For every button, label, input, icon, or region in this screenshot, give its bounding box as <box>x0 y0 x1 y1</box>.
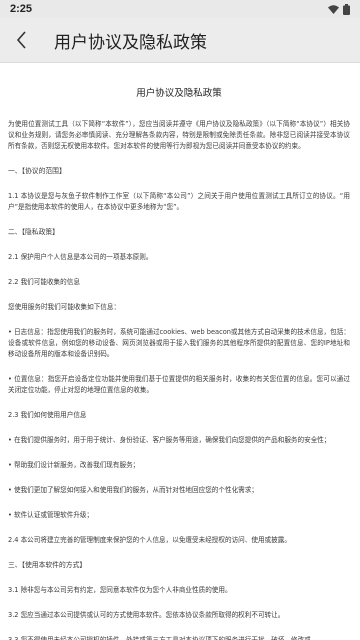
paragraph: 2.2 我们可能收集的信息 <box>8 278 80 286</box>
paragraph: 2.3 我们如何使用用户信息 <box>8 411 87 419</box>
paragraph: • 位置信息：指您开启设备定位功能并使用我们基于位置提供的相关服务时，收集的有关… <box>8 375 350 394</box>
section-heading: 一、【协议的范围】 <box>8 167 66 175</box>
document-body: 为使用位置测试工具（以下简称“本软件”），您应当阅读并遵守《用户协议及隐私政策》… <box>8 119 350 640</box>
paragraph: • 在我们提供服务时，用于用于统计、身份验证、客户服务等用途，确保我们向您提供的… <box>8 436 331 444</box>
paragraph: 3.1 除非您与本公司另有约定，您同意本软件仅为您个人非商业性质的使用。 <box>8 586 232 594</box>
page-title: 用户协议及隐私政策 <box>54 32 207 53</box>
paragraph: 2.1 保护用户个人信息是本公司的一项基本原则。 <box>8 253 153 261</box>
wifi-icon <box>328 4 339 14</box>
paragraph: 3.2 您应当通过本公司提供或认可的方式使用本软件。您依本协议条款所取得的权利不… <box>8 611 285 619</box>
paragraph: 为使用位置测试工具（以下简称“本软件”），您应当阅读并遵守《用户协议及隐私政策》… <box>8 120 350 150</box>
app-bar: 用户协议及隐私政策 <box>0 18 360 63</box>
status-time: 2:25 <box>10 3 33 15</box>
paragraph: • 软件认证或管理软件升级； <box>8 511 94 519</box>
paragraph: • 帮助我们设计新服务，改善我们现有服务； <box>8 461 140 469</box>
agreement-content[interactable]: 用户协议及隐私政策 为使用位置测试工具（以下简称“本软件”），您应当阅读并遵守《… <box>0 63 360 640</box>
paragraph: 3.3 您不得使用未经本公司授权的插件、外挂或第三方工具对本协议项下的服务进行干… <box>8 636 311 640</box>
paragraph: • 日志信息：指您使用我们的服务时，系统可能通过cookies、web beac… <box>8 328 350 358</box>
battery-icon <box>343 3 350 15</box>
paragraph: 2.4 本公司将建立完善的管理制度来保护您的个人信息，以免遭受未经授权的访问、使… <box>8 536 291 544</box>
document-title: 用户协议及隐私政策 <box>136 88 222 99</box>
section-heading: 二、【隐私政策】 <box>8 228 59 236</box>
back-arrow-icon <box>16 31 26 49</box>
paragraph: 1.1 本协议是您与灰鱼子软件制作工作室（以下简称“本公司”）之间关于用户使用位… <box>8 192 350 211</box>
paragraph: 您使用服务时我们可能收集如下信息： <box>8 303 121 311</box>
paragraph: • 使我们更加了解您如何接入和使用我们的服务，从而针对性地回应您的个性化需求； <box>8 486 258 494</box>
status-icons <box>328 3 350 15</box>
section-heading: 三、【使用本软件的方式】 <box>8 561 87 569</box>
back-button[interactable] <box>0 18 44 62</box>
status-bar: 2:25 <box>0 0 360 18</box>
